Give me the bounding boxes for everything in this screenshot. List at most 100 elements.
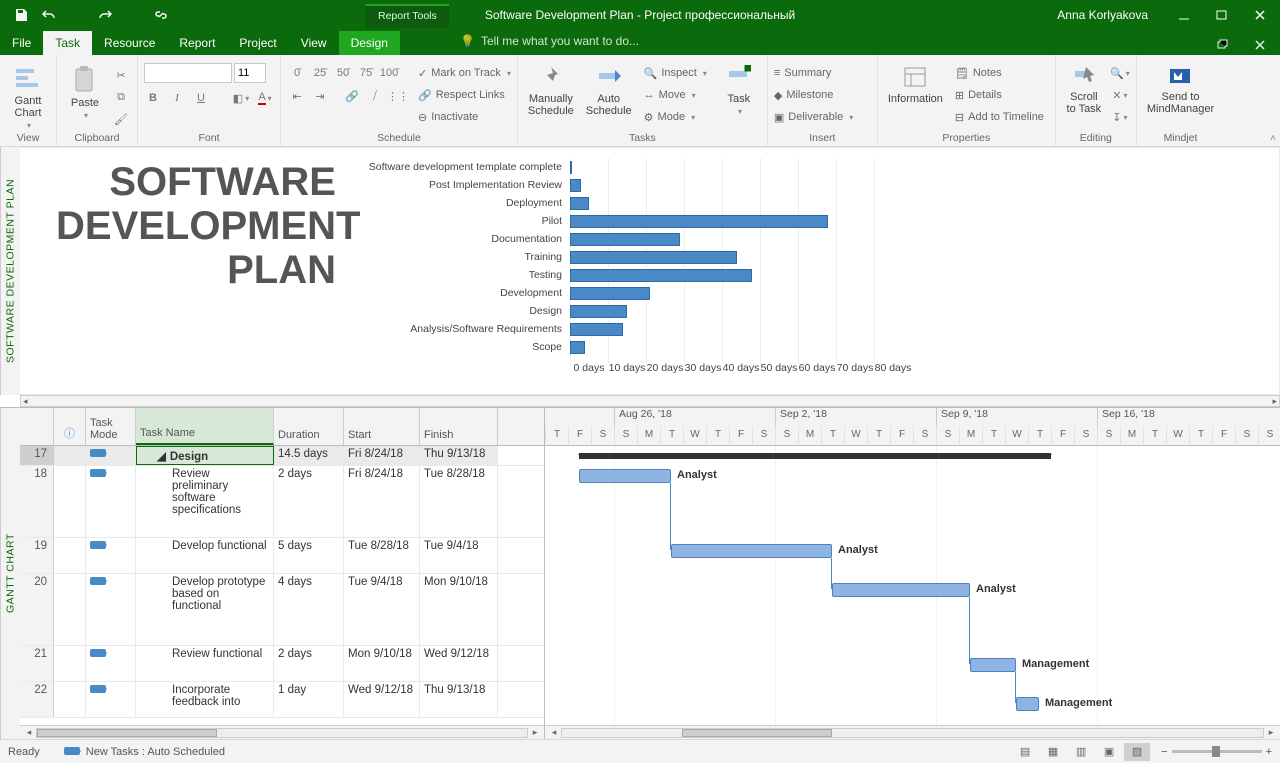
row-number[interactable]: 19	[20, 538, 54, 573]
scroll-to-task-button[interactable]: Scroll to Task	[1062, 63, 1106, 117]
milestone-button[interactable]: ◆Milestone	[774, 85, 871, 105]
clear-icon[interactable]: ✕	[1110, 85, 1130, 105]
finish-cell[interactable]: Thu 9/13/18	[420, 682, 498, 717]
zoom-out-icon[interactable]: −	[1161, 746, 1167, 758]
close-document-button[interactable]	[1248, 35, 1272, 55]
bold-icon[interactable]: B	[144, 89, 162, 107]
summary-bar[interactable]	[579, 453, 1051, 459]
fill-icon[interactable]: ↧	[1110, 107, 1130, 127]
info-header-icon[interactable]: ⓘ	[64, 425, 75, 441]
paste-button[interactable]: Paste	[63, 63, 107, 123]
collapse-icon[interactable]: ◢	[157, 451, 166, 463]
mode-cell[interactable]	[86, 646, 136, 681]
finish-cell[interactable]: Wed 9/12/18	[420, 646, 498, 681]
pct25-icon[interactable]: 25̄	[310, 63, 330, 83]
info-cell[interactable]	[54, 574, 86, 645]
undo-dropdown[interactable]	[66, 4, 88, 26]
tell-me-search[interactable]: 💡 Tell me what you want to do...	[460, 34, 639, 48]
mode-button[interactable]: ⚙Mode	[644, 107, 707, 127]
task-bar[interactable]	[970, 658, 1016, 672]
row-number[interactable]: 17	[20, 446, 54, 465]
row-number[interactable]: 21	[20, 646, 54, 681]
info-cell[interactable]	[54, 538, 86, 573]
fill-color-icon[interactable]: ◧	[232, 89, 250, 107]
header-duration[interactable]: Duration	[274, 408, 344, 445]
user-name[interactable]: Anna Korlyakova	[1057, 8, 1148, 22]
save-icon[interactable]	[10, 4, 32, 26]
send-to-mindmanager-button[interactable]: Send to MindManager	[1143, 63, 1218, 117]
start-cell[interactable]: Fri 8/24/18	[344, 466, 420, 537]
scroll-right-icon[interactable]: ▸	[1264, 727, 1278, 738]
restore-down-button[interactable]	[1210, 35, 1234, 55]
task-name-cell[interactable]: Review functional	[136, 646, 274, 681]
view-btn-3[interactable]: ▥	[1068, 743, 1094, 761]
task-bar[interactable]	[579, 469, 671, 483]
mode-cell[interactable]	[86, 538, 136, 573]
mode-cell[interactable]	[86, 446, 136, 465]
move-button[interactable]: ↔Move	[644, 85, 707, 105]
finish-cell[interactable]: Tue 9/4/18	[420, 538, 498, 573]
underline-icon[interactable]: U	[192, 89, 210, 107]
task-bar[interactable]	[1016, 697, 1039, 711]
duration-cell[interactable]: 5 days	[274, 538, 344, 573]
format-painter-icon[interactable]: 🖌	[111, 109, 131, 129]
grid-hscroll[interactable]: ◂ ▸	[20, 725, 544, 739]
view-btn-1[interactable]: ▤	[1012, 743, 1038, 761]
task-name-cell[interactable]: Review preliminary software specificatio…	[136, 466, 274, 537]
start-cell[interactable]: Mon 9/10/18	[344, 646, 420, 681]
info-cell[interactable]	[54, 466, 86, 537]
vtab-gantt[interactable]: GANTT CHART	[0, 408, 20, 739]
redo-icon[interactable]	[94, 4, 116, 26]
finish-cell[interactable]: Mon 9/10/18	[420, 574, 498, 645]
notes-button[interactable]: 🗒Notes	[955, 63, 1044, 83]
redo-dropdown[interactable]	[122, 4, 144, 26]
split-task-icon[interactable]: ⋮⋮	[388, 86, 408, 106]
task-bar[interactable]	[671, 544, 832, 558]
indent-icon[interactable]: ⇥	[310, 86, 330, 106]
add-timeline-button[interactable]: ⊟Add to Timeline	[955, 107, 1044, 127]
duration-cell[interactable]: 14.5 days	[274, 446, 344, 465]
copy-icon[interactable]: ⧉	[111, 87, 131, 107]
duration-cell[interactable]: 1 day	[274, 682, 344, 717]
manually-schedule-button[interactable]: Manually Schedule	[524, 63, 578, 119]
header-task-mode[interactable]: Task Mode	[86, 408, 136, 445]
inactivate-button[interactable]: ⊖Inactivate	[418, 107, 511, 127]
scroll-right-icon[interactable]: ▸	[1272, 396, 1277, 407]
tab-view[interactable]: View	[289, 31, 339, 55]
find-icon[interactable]: 🔍	[1110, 63, 1130, 83]
header-start[interactable]: Start	[344, 408, 420, 445]
timeline-header[interactable]: TFSSMTWTFSSMTWTFSSMTWTFSSMTWTFSSAug 26, …	[545, 408, 1280, 446]
task-name-cell[interactable]: Develop prototype based on functional	[136, 574, 274, 645]
respect-links-button[interactable]: 🔗Respect Links	[418, 85, 511, 105]
header-task-name[interactable]: Task Name	[136, 408, 274, 445]
mode-cell[interactable]	[86, 466, 136, 537]
status-new-tasks[interactable]: New Tasks : Auto Scheduled	[86, 746, 225, 758]
font-color-icon[interactable]: A	[256, 89, 274, 107]
italic-icon[interactable]: I	[168, 89, 186, 107]
finish-cell[interactable]: Tue 8/28/18	[420, 466, 498, 537]
duration-cell[interactable]: 2 days	[274, 646, 344, 681]
pct0-icon[interactable]: 0̄	[287, 63, 307, 83]
gantt-body[interactable]: AnalystAnalystAnalystManagementManagemen…	[545, 446, 1280, 725]
start-cell[interactable]: Wed 9/12/18	[344, 682, 420, 717]
row-number[interactable]: 18	[20, 466, 54, 537]
undo-icon[interactable]	[38, 4, 60, 26]
summary-button[interactable]: ≡Summary	[774, 63, 871, 83]
gantt-chart-button[interactable]: Gantt Chart	[6, 63, 50, 133]
start-cell[interactable]: Fri 8/24/18	[344, 446, 420, 465]
tab-design[interactable]: Design	[339, 31, 400, 55]
info-cell[interactable]	[54, 646, 86, 681]
duration-cell[interactable]: 4 days	[274, 574, 344, 645]
pct75-icon[interactable]: 75̄	[356, 63, 376, 83]
finish-cell[interactable]: Thu 9/13/18	[420, 446, 498, 465]
start-cell[interactable]: Tue 8/28/18	[344, 538, 420, 573]
start-cell[interactable]: Tue 9/4/18	[344, 574, 420, 645]
tab-file[interactable]: File	[0, 31, 43, 55]
font-name-input[interactable]	[144, 63, 232, 83]
information-button[interactable]: Information	[884, 63, 947, 107]
tab-resource[interactable]: Resource	[92, 31, 167, 55]
collapse-ribbon-icon[interactable]: ˄	[1270, 133, 1276, 144]
mark-on-track-button[interactable]: ✓Mark on Track	[418, 63, 511, 83]
inspect-button[interactable]: 🔍Inspect	[644, 63, 707, 83]
link-dropdown[interactable]	[178, 4, 200, 26]
